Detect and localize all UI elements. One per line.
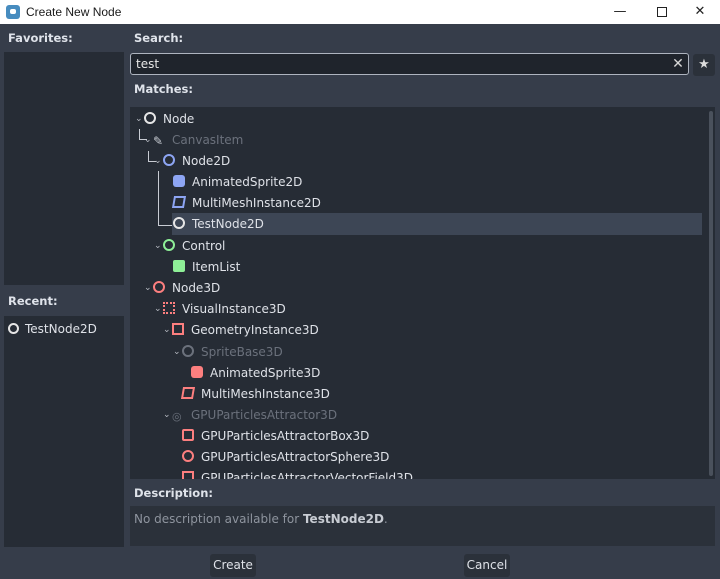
godot-app-icon xyxy=(6,5,20,19)
attractor-sphere-icon xyxy=(182,450,194,462)
tree-item-label: MultiMeshInstance2D xyxy=(192,196,321,210)
create-button[interactable]: Create xyxy=(210,554,256,577)
node2d-icon xyxy=(173,217,185,229)
tree-item-label: GPUParticlesAttractor3D xyxy=(191,408,338,422)
expand-arrow-icon[interactable]: ⌄ xyxy=(135,114,143,124)
recent-item-testnode2d[interactable]: TestNode2D xyxy=(8,320,97,338)
tree-item-label: CanvasItem xyxy=(172,133,244,147)
tree-item-gpuparticlesattractor3d[interactable]: ◎ GPUParticlesAttractor3D xyxy=(172,405,337,425)
minimize-button[interactable]: — xyxy=(600,0,640,24)
matches-label: Matches: xyxy=(134,82,193,96)
tree-scrollbar[interactable] xyxy=(709,111,713,476)
visual-instance-3d-icon xyxy=(163,302,175,314)
tree-item-label: SpriteBase3D xyxy=(201,345,283,359)
close-window-button[interactable]: ✕ xyxy=(680,0,720,24)
sprite-base-3d-icon xyxy=(182,345,194,357)
brush-icon: ✎ xyxy=(153,134,164,148)
tree-guide xyxy=(158,225,172,226)
animated-sprite-2d-icon xyxy=(173,175,185,187)
recent-list[interactable] xyxy=(4,316,124,547)
tree-item-label: TestNode2D xyxy=(192,217,264,231)
cancel-button[interactable]: Cancel xyxy=(464,554,510,577)
description-label: Description: xyxy=(134,486,213,500)
tree-item-label: AnimatedSprite2D xyxy=(192,175,303,189)
expand-arrow-icon[interactable]: ⌄ xyxy=(144,283,152,293)
favorites-list[interactable] xyxy=(4,52,124,285)
favorite-star-button[interactable]: ★ xyxy=(693,54,715,76)
expand-arrow-icon[interactable]: ⌄ xyxy=(154,241,162,251)
description-suffix: . xyxy=(383,512,388,526)
clear-search-icon[interactable]: ✕ xyxy=(670,55,686,73)
tree-item-testnode2d[interactable]: TestNode2D xyxy=(173,214,264,234)
tree-item-label: ItemList xyxy=(192,260,241,274)
tree-item-gpuparticlesattractorsphere3d[interactable]: GPUParticlesAttractorSphere3D xyxy=(182,447,389,467)
tree-item-label: GPUParticlesAttractorSphere3D xyxy=(201,450,390,464)
tree-item-visualinstance3d[interactable]: VisualInstance3D xyxy=(163,299,286,319)
description-node-name: TestNode2D xyxy=(302,512,384,526)
tree-item-itemlist[interactable]: ItemList xyxy=(173,257,240,277)
particles-attractor-icon: ◎ xyxy=(172,410,182,423)
description-prefix: No description available for xyxy=(134,512,303,526)
tree-item-gpuparticlesattractorbox3d[interactable]: GPUParticlesAttractorBox3D xyxy=(182,426,369,446)
title-bar: Create New Node — ✕ xyxy=(0,0,720,24)
tree-item-control[interactable]: Control xyxy=(163,236,225,256)
maximize-button[interactable] xyxy=(642,0,682,24)
expand-arrow-icon[interactable]: ⌄ xyxy=(163,410,171,420)
control-icon xyxy=(163,239,175,251)
attractor-vectorfield-icon xyxy=(182,471,194,479)
tree-item-canvasitem[interactable]: ✎ CanvasItem xyxy=(153,130,243,150)
tree-item-label: MultiMeshInstance3D xyxy=(201,387,330,401)
recent-label: Recent: xyxy=(8,294,58,308)
tree-item-multimeshinstance3d[interactable]: MultiMeshInstance3D xyxy=(180,384,330,404)
recent-item-label: TestNode2D xyxy=(25,322,97,336)
multimesh-3d-icon xyxy=(180,387,196,399)
tree-item-label: GPUParticlesAttractorVectorField3D xyxy=(201,471,413,479)
node-icon xyxy=(144,112,156,124)
tree-guide xyxy=(158,171,159,226)
star-icon: ★ xyxy=(698,57,710,72)
tree-item-geometryinstance3d[interactable]: GeometryInstance3D xyxy=(172,320,319,340)
tree-item-spritebase3d[interactable]: SpriteBase3D xyxy=(182,342,283,362)
tree-item-label: Control xyxy=(182,239,226,253)
tree-item-label: Node xyxy=(163,112,195,126)
description-text: No description available for TestNode2D. xyxy=(130,506,715,546)
tree-item-label: Node2D xyxy=(182,154,231,168)
search-label: Search: xyxy=(134,31,184,45)
maximize-icon xyxy=(657,6,667,17)
tree-item-label: GeometryInstance3D xyxy=(191,323,319,337)
multimesh-2d-icon xyxy=(171,196,187,208)
itemlist-icon xyxy=(173,260,185,272)
search-input[interactable] xyxy=(130,53,689,75)
expand-arrow-icon[interactable]: ⌄ xyxy=(144,135,152,145)
node2d-ring-icon xyxy=(8,323,19,334)
tree-item-label: Node3D xyxy=(172,281,221,295)
tree-item-animatedsprite2d[interactable]: AnimatedSprite2D xyxy=(173,172,302,192)
tree-item-multimeshinstance2d[interactable]: MultiMeshInstance2D xyxy=(171,193,321,213)
tree-item-label: GPUParticlesAttractorBox3D xyxy=(201,429,370,443)
tree-item-gpuparticlesattractorvectorfield3d[interactable]: GPUParticlesAttractorVectorField3D xyxy=(182,468,413,479)
favorites-label: Favorites: xyxy=(8,31,73,45)
tree-item-node[interactable]: Node xyxy=(144,109,194,129)
expand-arrow-icon[interactable]: ⌄ xyxy=(163,325,171,335)
tree-item-label: VisualInstance3D xyxy=(182,302,286,316)
expand-arrow-icon[interactable]: ⌄ xyxy=(154,156,162,166)
node3d-icon xyxy=(153,281,165,293)
geometry-instance-3d-icon xyxy=(172,323,184,335)
tree-item-label: AnimatedSprite3D xyxy=(210,366,321,380)
window-title: Create New Node xyxy=(26,5,122,19)
animated-sprite-3d-icon xyxy=(191,366,203,378)
matches-tree[interactable]: ⌄ Node ⌄ ✎ CanvasItem ⌄ Node2D AnimatedSp… xyxy=(130,107,715,479)
tree-item-node3d[interactable]: Node3D xyxy=(153,278,220,298)
tree-item-animatedsprite3d[interactable]: AnimatedSprite3D xyxy=(191,363,320,383)
node2d-icon xyxy=(163,154,175,166)
attractor-box-icon xyxy=(182,429,194,441)
expand-arrow-icon[interactable]: ⌄ xyxy=(154,304,162,314)
tree-item-node2d[interactable]: Node2D xyxy=(163,151,230,171)
expand-arrow-icon[interactable]: ⌄ xyxy=(173,347,181,357)
